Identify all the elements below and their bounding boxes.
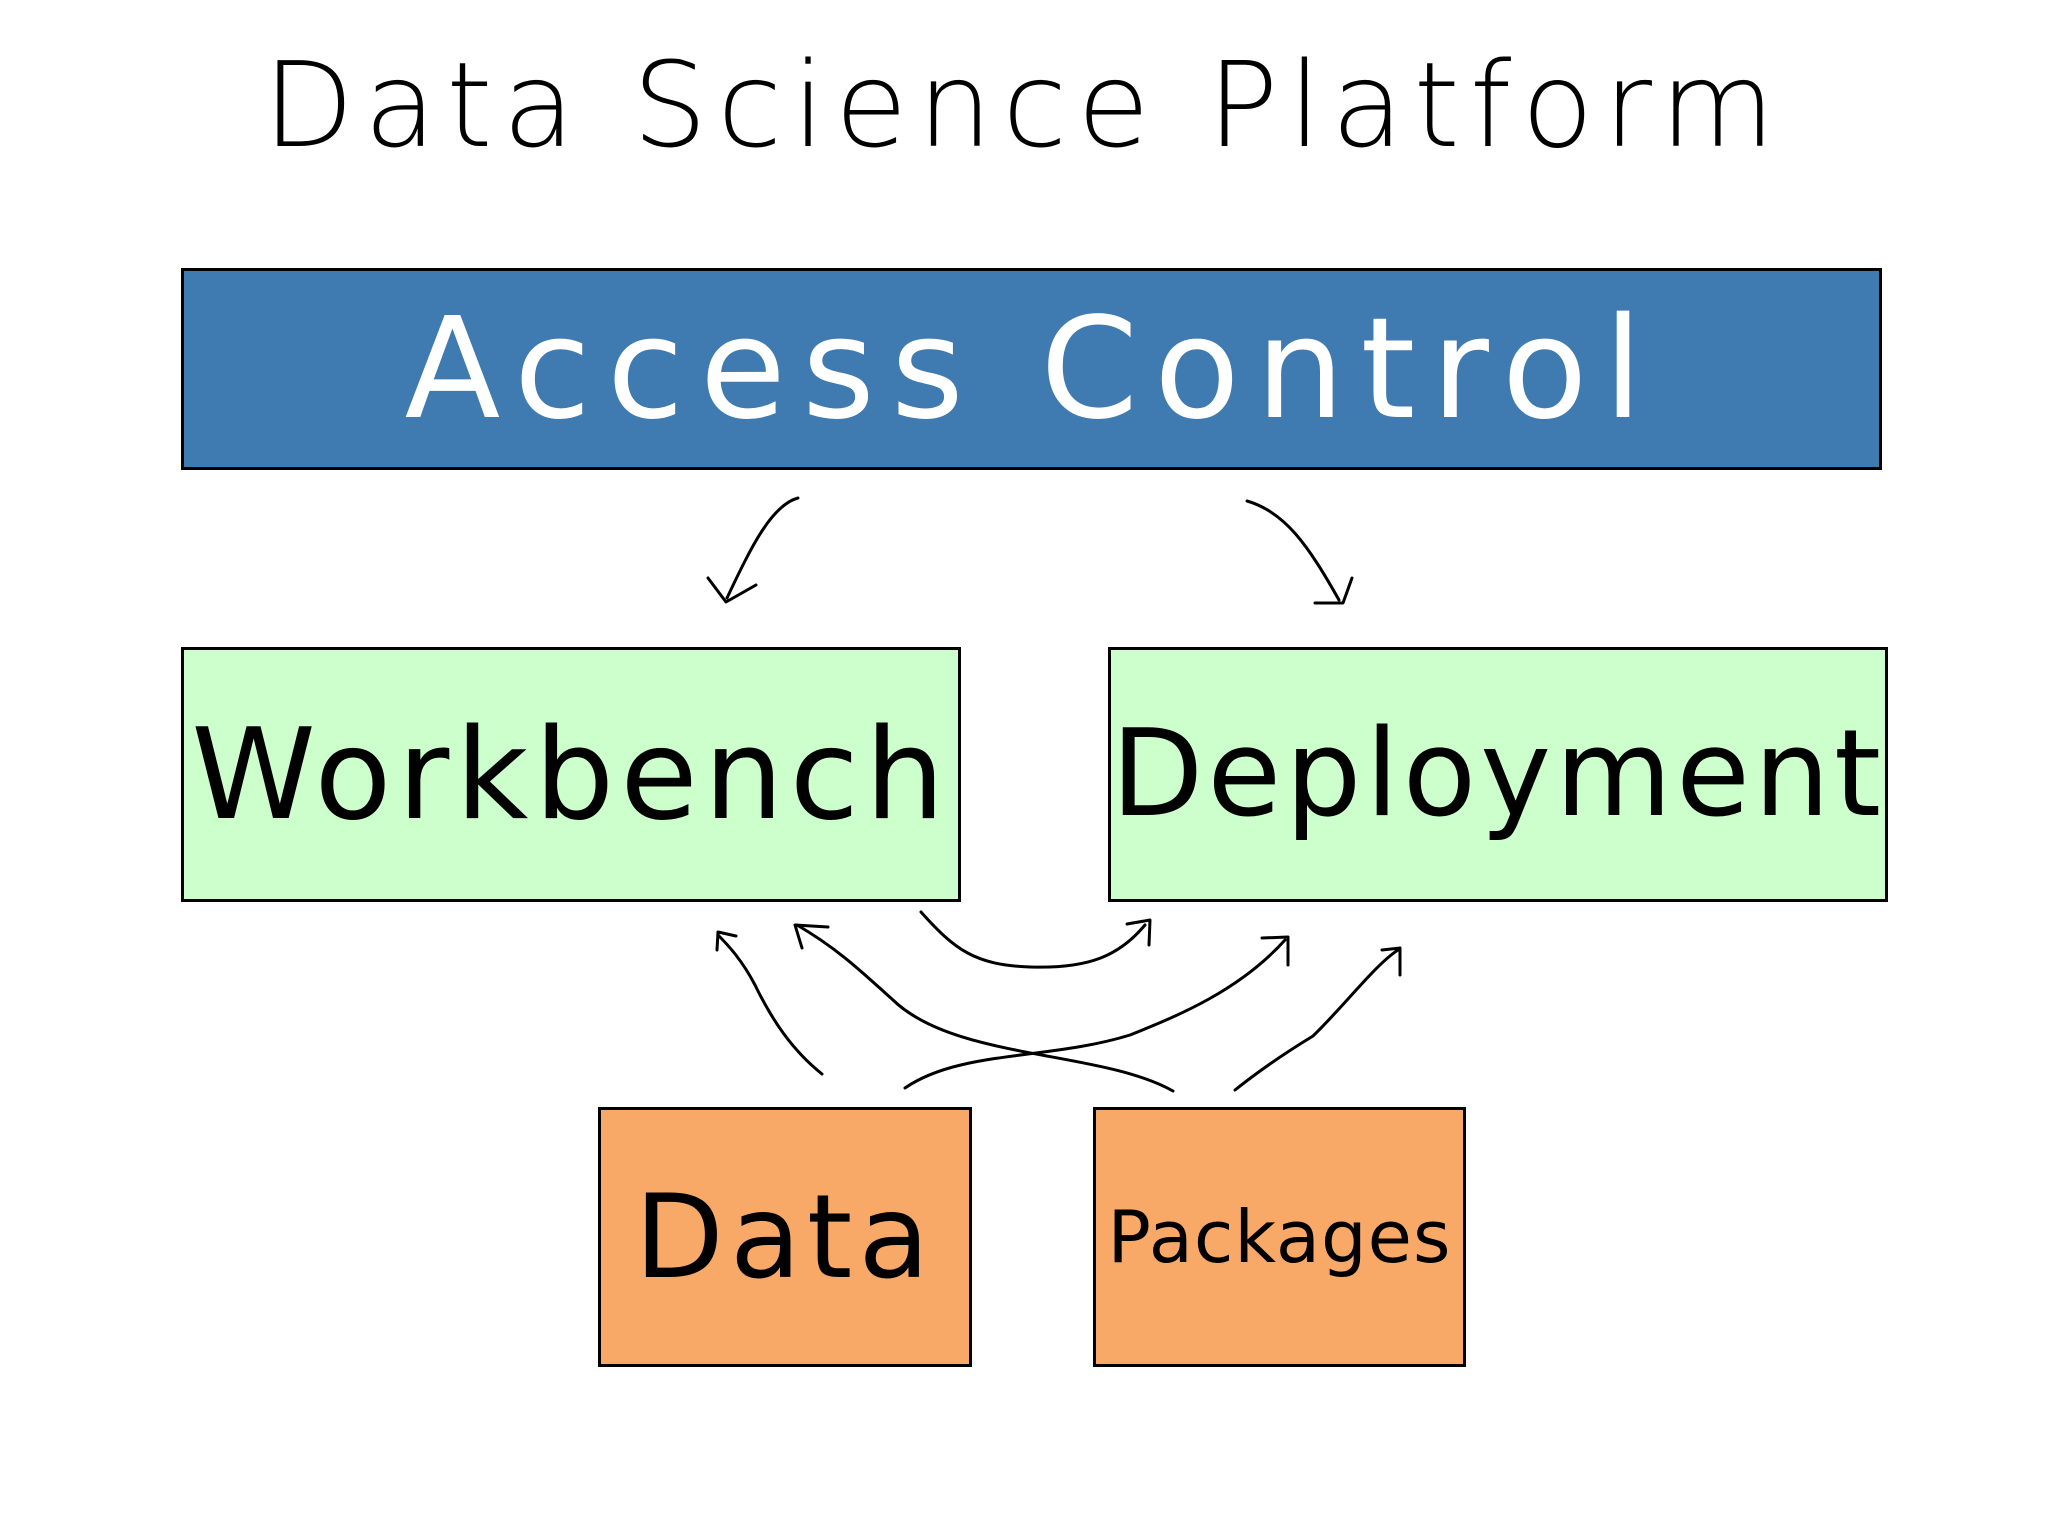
arrow-workbench-to-deployment-head <box>1125 918 1152 947</box>
arrow-data-to-workbench-head <box>715 930 738 952</box>
data-box: Data <box>598 1107 972 1367</box>
access-control-box: Access Control <box>181 268 1882 470</box>
workbench-box: Workbench <box>181 647 961 902</box>
deployment-label: Deployment <box>1111 705 1886 844</box>
arrow-packages-to-workbench <box>795 923 1175 1093</box>
packages-box: Packages <box>1093 1107 1466 1367</box>
arrow-packages-to-deployment-head <box>1380 946 1402 977</box>
arrow-access-to-workbench <box>725 496 800 600</box>
arrow-access-to-deployment-head <box>1313 576 1354 605</box>
arrow-workbench-to-deployment <box>919 910 1147 969</box>
data-label: Data <box>634 1169 936 1305</box>
packages-label: Packages <box>1107 1195 1452 1279</box>
arrow-packages-to-workbench-head <box>793 923 830 950</box>
access-control-label: Access Control <box>404 287 1659 451</box>
arrow-access-to-workbench-head <box>706 576 758 604</box>
deployment-box: Deployment <box>1108 647 1888 902</box>
arrow-data-to-deployment-head <box>1260 935 1290 967</box>
diagram-title: Data Science Platform <box>263 36 1785 174</box>
workbench-label: Workbench <box>191 701 951 848</box>
arrow-data-to-deployment <box>903 938 1287 1090</box>
arrow-packages-to-deployment <box>1233 948 1400 1092</box>
arrow-access-to-deployment <box>1245 499 1341 602</box>
arrow-data-to-workbench <box>716 933 824 1076</box>
